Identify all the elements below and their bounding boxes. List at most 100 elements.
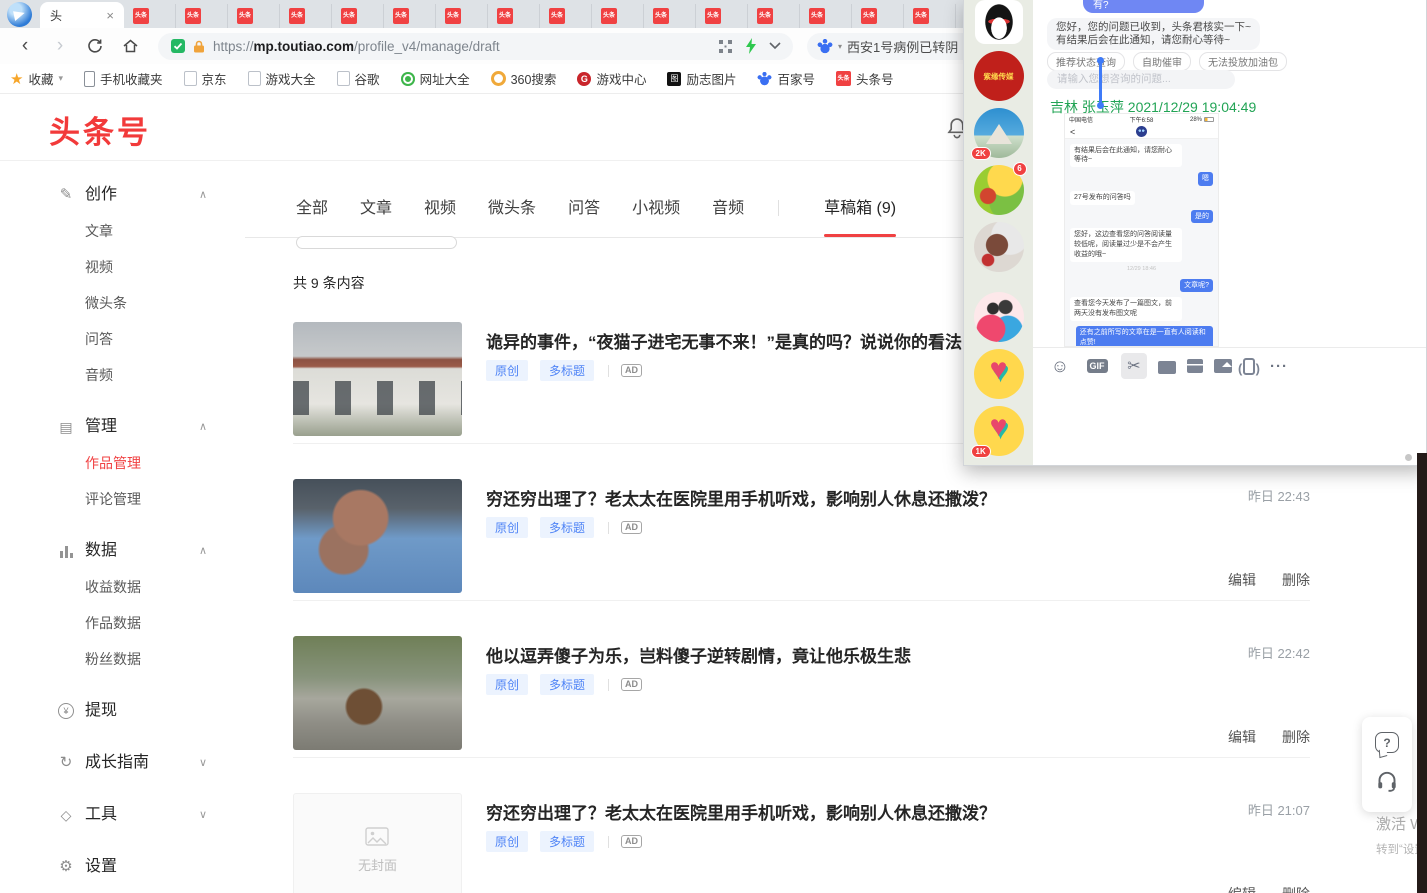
sidebar-entry[interactable]: 作品数据 [0, 605, 245, 641]
back-icon[interactable]: ‹ [12, 33, 38, 59]
draft-title[interactable]: 穷还穷出理了？老太太在医院里用手机听戏，影响别人休息还撒泼？ [486, 485, 996, 510]
browser-tab[interactable]: 头条 [124, 4, 176, 28]
browser-tab[interactable]: 头条 [488, 4, 540, 28]
sidebar-entry[interactable]: 评论管理 [0, 481, 245, 517]
content-tab[interactable]: 视频 [424, 194, 456, 237]
search-hotword[interactable]: 西安1号病例已转阴 [847, 37, 958, 56]
edit-link[interactable]: 编辑 [1228, 727, 1256, 747]
grid-qr-icon[interactable] [718, 39, 733, 54]
help-question-icon[interactable]: ? [1375, 732, 1399, 753]
reload-icon[interactable] [82, 38, 108, 54]
draft-thumbnail[interactable] [293, 322, 462, 436]
tab-close-icon[interactable]: × [106, 8, 114, 23]
delete-link[interactable]: 删除 [1282, 727, 1310, 747]
qq-avatar[interactable]: 1K [974, 406, 1024, 456]
bookmark-item[interactable]: 头条号 [836, 69, 894, 88]
browser-tab-active[interactable]: 头 × [40, 2, 124, 28]
chat-toolbar-icon[interactable] [1121, 353, 1147, 379]
bookmark-item[interactable]: 网址大全 [401, 69, 470, 88]
site-logo[interactable]: 头条号 [49, 107, 151, 152]
delete-link[interactable]: 删除 [1282, 884, 1310, 893]
browser-tab[interactable]: 头条 [904, 4, 956, 28]
chat-toolbar-icon[interactable] [1266, 353, 1292, 379]
chat-toolbar-icon[interactable] [1243, 358, 1255, 375]
bolt-icon[interactable] [745, 38, 757, 54]
sidebar-entry[interactable]: 作品管理 [0, 445, 245, 481]
qq-avatar[interactable]: 6 [974, 165, 1024, 215]
sidebar-entry[interactable]: 创作 [0, 161, 245, 213]
browser-tab[interactable]: 头条 [696, 4, 748, 28]
qq-avatar[interactable] [974, 349, 1024, 399]
browser-tab[interactable]: 头条 [748, 4, 800, 28]
bookmark-item[interactable]: 手机收藏夹 [84, 69, 163, 88]
quick-reply-chip[interactable]: 无法投放加油包 [1199, 52, 1287, 71]
sidebar-entry[interactable]: 提现 [0, 677, 245, 729]
chat-toolbar-icon[interactable] [1047, 353, 1073, 379]
bookmark-item[interactable]: 游戏中心 [577, 69, 646, 88]
sidebar-entry[interactable]: 文章 [0, 213, 245, 249]
sidebar-entry[interactable]: 收益数据 [0, 569, 245, 605]
sidebar-entry[interactable]: 工具 [0, 781, 245, 833]
browser-tab[interactable]: 头条 [644, 4, 696, 28]
forward-icon[interactable]: › [47, 33, 73, 59]
chevron-down-icon[interactable] [769, 42, 781, 50]
content-tab[interactable]: 小视频 [632, 194, 680, 237]
qq-avatar[interactable] [974, 222, 1024, 272]
browser-tab[interactable]: 头条 [280, 4, 332, 28]
sidebar-entry[interactable]: 问答 [0, 321, 245, 357]
draft-thumbnail[interactable] [293, 636, 462, 750]
sidebar-entry[interactable]: 粉丝数据 [0, 641, 245, 677]
draft-filter-select[interactable] [296, 236, 457, 249]
browser-tab[interactable]: 头条 [176, 4, 228, 28]
chat-toolbar-icon[interactable] [1187, 359, 1203, 373]
content-tab[interactable]: 音频 [712, 194, 744, 237]
draft-title[interactable]: 诡异的事件，“夜猫子进宅无事不来！”是真的吗？说说你的看法！ [486, 328, 979, 353]
delete-link[interactable]: 删除 [1282, 570, 1310, 590]
sidebar-entry[interactable]: 视频 [0, 249, 245, 285]
sidebar-entry[interactable]: 成长指南 [0, 729, 245, 781]
browser-tab[interactable]: 头条 [228, 4, 280, 28]
chat-toolbar-icon[interactable] [1158, 361, 1176, 374]
browser-tab[interactable]: 头条 [540, 4, 592, 28]
lock-icon[interactable] [192, 39, 206, 54]
quick-reply-chip[interactable]: 自助催审 [1133, 52, 1191, 71]
bookmark-item[interactable]: 百家号 [757, 69, 815, 88]
shared-phone-screenshot[interactable]: 中国电信 下午6:58 28% < 有结果后会在此通知，请您耐心等待~ 嗯 27… [1064, 113, 1219, 347]
sidebar-entry[interactable]: 数据 [0, 517, 245, 569]
home-icon[interactable] [117, 38, 143, 54]
headset-support-icon[interactable] [1375, 768, 1399, 797]
sidebar-entry[interactable]: 管理 [0, 393, 245, 445]
address-bar[interactable]: https://mp.toutiao.com/profile_v4/manage… [158, 33, 793, 60]
edit-link[interactable]: 编辑 [1228, 884, 1256, 893]
quick-reply-chip[interactable]: 推荐状态查询 [1047, 52, 1125, 71]
bookmark-item[interactable]: 收藏 ▾ [10, 69, 63, 88]
sidebar-entry[interactable]: 音频 [0, 357, 245, 393]
text-selection-handle[interactable] [1099, 62, 1102, 104]
draft-title[interactable]: 他以逗弄傻子为乐，岂料傻子逆转剧情，竟让他乐极生悲 [486, 642, 911, 667]
sidebar-entry[interactable]: 微头条 [0, 285, 245, 321]
safety-shield-icon[interactable] [170, 38, 186, 54]
bookmark-item[interactable]: 游戏大全 [248, 69, 316, 88]
bookmark-item[interactable]: 京东 [184, 69, 227, 88]
chat-toolbar-icon[interactable] [1084, 353, 1110, 379]
bookmark-item[interactable]: 励志图片 [667, 69, 736, 88]
qq-avatar[interactable] [975, 0, 1023, 44]
draft-title[interactable]: 穷还穷出理了？老太太在医院里用手机听戏，影响别人休息还撒泼？ [486, 799, 996, 824]
qq-avatar[interactable] [974, 292, 1024, 342]
browser-tab[interactable]: 头条 [332, 4, 384, 28]
edit-link[interactable]: 编辑 [1228, 570, 1256, 590]
content-tab[interactable]: 文章 [360, 194, 392, 237]
qq-avatar[interactable]: 2K [974, 108, 1024, 158]
content-tab[interactable]: 全部 [296, 194, 328, 237]
browser-tab[interactable]: 头条 [852, 4, 904, 28]
chat-toolbar-icon[interactable] [1214, 359, 1232, 373]
browser-tab[interactable]: 头条 [384, 4, 436, 28]
bookmark-item[interactable]: 谷歌 [337, 69, 380, 88]
content-tab[interactable]: 问答 [568, 194, 600, 237]
browser-tab[interactable]: 头条 [800, 4, 852, 28]
sidebar-entry[interactable]: 设置 [0, 833, 245, 885]
search-engine-caret-icon[interactable]: ▾ [838, 42, 842, 51]
browser-tab[interactable]: 头条 [436, 4, 488, 28]
content-tab[interactable]: 微头条 [488, 194, 536, 237]
browser-logo-icon[interactable] [7, 2, 32, 27]
